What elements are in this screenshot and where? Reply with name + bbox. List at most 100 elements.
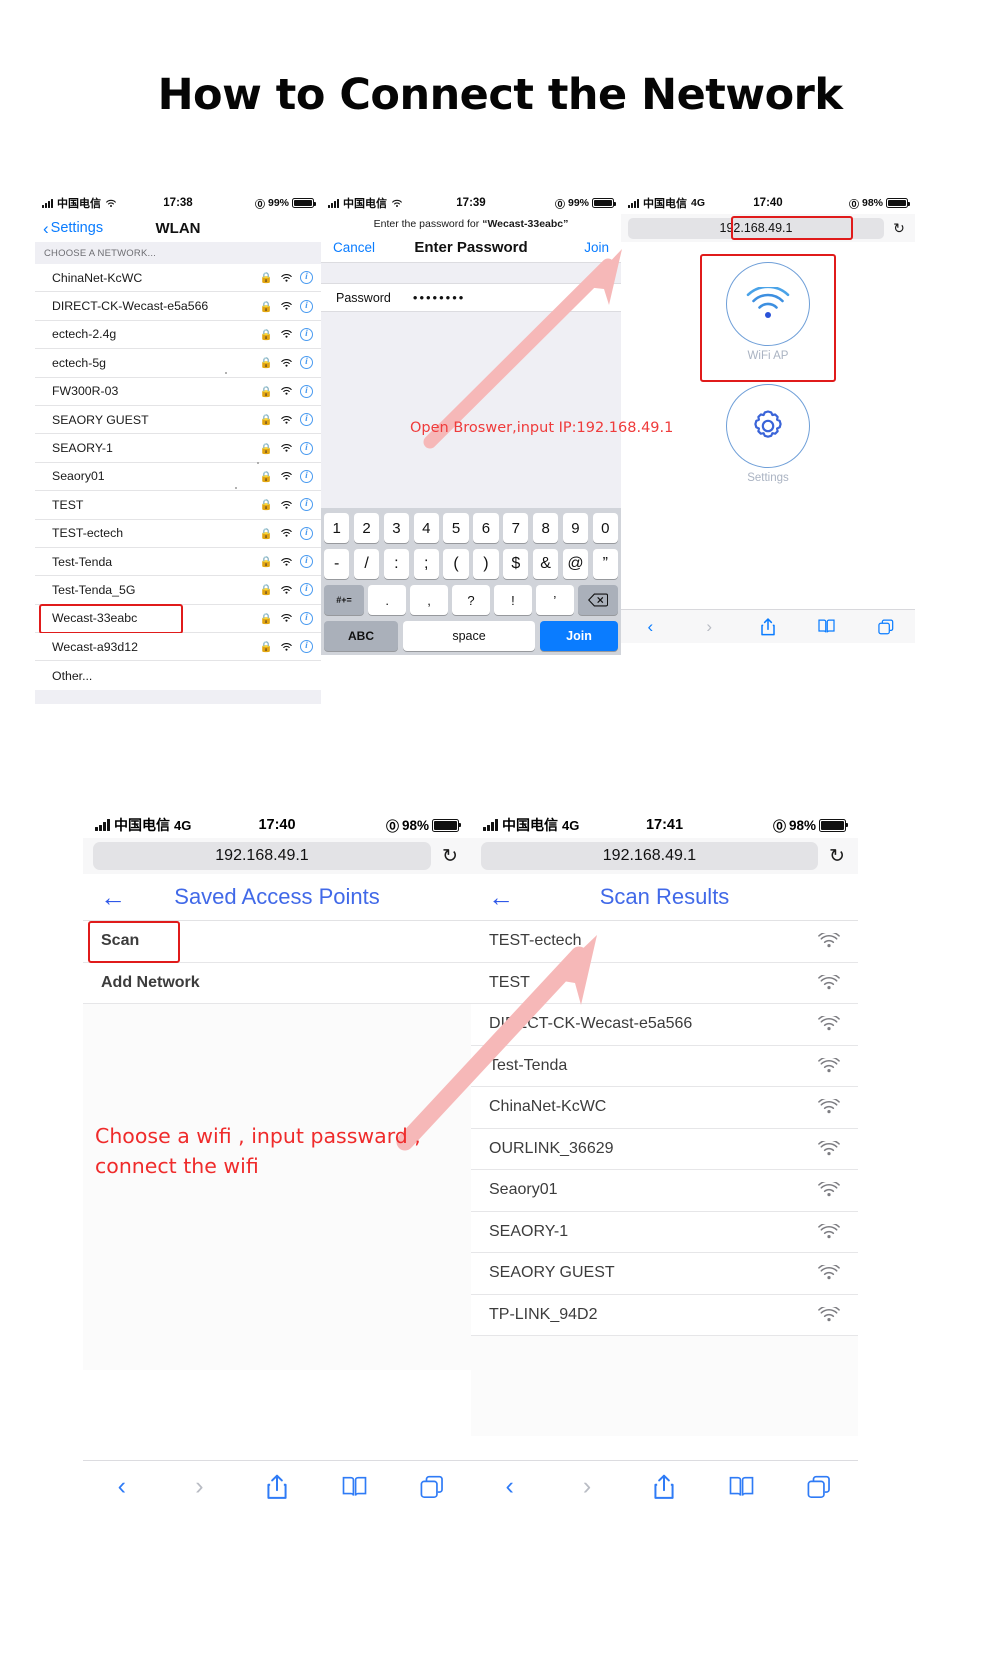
back-arrow-icon[interactable]: ←: [488, 884, 514, 910]
keyboard-key-3[interactable]: 3: [383, 513, 410, 543]
keyboard-key-1[interactable]: 1: [324, 513, 350, 543]
keyboard-key-0[interactable]: 0: [592, 513, 618, 543]
reload-icon[interactable]: ↻: [439, 845, 461, 868]
share-icon[interactable]: [260, 1474, 294, 1500]
info-icon[interactable]: i: [300, 384, 313, 398]
saved-action-row[interactable]: Add Network: [83, 962, 471, 1004]
scan-result-row[interactable]: DIRECT-CK-Wecast-e5a566: [471, 1004, 858, 1046]
info-icon[interactable]: i: [300, 583, 313, 597]
scan-result-row[interactable]: ChinaNet-KcWC: [471, 1087, 858, 1129]
share-icon[interactable]: [647, 1474, 681, 1500]
info-icon[interactable]: i: [300, 271, 313, 285]
wifi-network-row[interactable]: Wecast-33eabc 🔒 i: [35, 603, 321, 634]
reload-icon[interactable]: ↻: [890, 220, 908, 237]
info-icon[interactable]: i: [300, 555, 313, 569]
keyboard-key-symbol[interactable]: /: [353, 549, 380, 579]
scan-result-row[interactable]: SEAORY GUEST: [471, 1253, 858, 1295]
keyboard-key-punct[interactable]: .: [368, 585, 406, 615]
lock-icon: 🔒: [259, 272, 273, 285]
wifi-network-row[interactable]: Test-Tenda_5G 🔒 i: [35, 576, 321, 605]
keyboard-key-symbol[interactable]: ;: [413, 549, 439, 579]
scan-result-row[interactable]: TP-LINK_94D2: [471, 1294, 858, 1336]
keyboard-key-symbol[interactable]: ”: [592, 549, 618, 579]
saved-action-row[interactable]: Scan: [83, 921, 471, 963]
scan-result-row[interactable]: SEAORY-1: [471, 1211, 858, 1253]
address-bar[interactable]: 192.168.49.1: [481, 842, 818, 870]
keyboard-key-symbols-toggle[interactable]: #+=: [323, 585, 364, 615]
bookmarks-icon[interactable]: [812, 619, 842, 634]
keyboard-join-key[interactable]: Join: [540, 621, 618, 651]
wifi-network-row[interactable]: DIRECT-CK-Wecast-e5a566 🔒 i: [35, 292, 321, 321]
info-icon[interactable]: i: [300, 611, 313, 625]
wifi-network-row[interactable]: TEST 🔒 i: [35, 491, 321, 520]
bookmarks-icon[interactable]: [338, 1476, 372, 1498]
info-icon[interactable]: i: [300, 640, 313, 654]
forward-icon[interactable]: ›: [570, 1472, 604, 1501]
wifi-network-row[interactable]: Wecast-a93d12 🔒 i: [35, 633, 321, 662]
back-icon[interactable]: ‹: [493, 1472, 527, 1501]
password-input[interactable]: ••••••••: [413, 290, 465, 305]
wifi-network-row[interactable]: ectech-2.4g 🔒 i: [35, 320, 321, 350]
safari-url-bar: 192.168.49.1 ↻: [621, 214, 915, 242]
wifi-ap-tile[interactable]: WiFi AP: [726, 262, 810, 362]
keyboard-key-punct[interactable]: !: [494, 585, 532, 615]
forward-icon[interactable]: ›: [182, 1472, 216, 1501]
keyboard-key-8[interactable]: 8: [532, 513, 559, 543]
wifi-network-row[interactable]: Seaory01 🔒 i: [35, 462, 321, 492]
keyboard-key-9[interactable]: 9: [562, 513, 589, 543]
bookmarks-icon[interactable]: [725, 1476, 759, 1498]
wifi-network-row[interactable]: ChinaNet-KcWC 🔒 i: [35, 264, 321, 293]
scan-result-row[interactable]: OURLINK_36629: [471, 1128, 858, 1170]
keyboard-key-symbol[interactable]: $: [503, 549, 529, 579]
keyboard-key-symbol[interactable]: (: [443, 549, 469, 579]
keyboard-key-symbol[interactable]: -: [324, 549, 350, 579]
scan-result-row[interactable]: TEST-ectech: [471, 921, 858, 963]
delete-icon[interactable]: [578, 585, 619, 615]
address-bar[interactable]: 192.168.49.1: [628, 217, 884, 239]
wifi-network-row[interactable]: SEAORY GUEST 🔒 i: [35, 405, 321, 435]
keyboard-key-5[interactable]: 5: [443, 513, 469, 543]
keyboard-key-symbol[interactable]: :: [383, 549, 410, 579]
wifi-network-row[interactable]: Test-Tenda 🔒 i: [35, 547, 321, 577]
keyboard-key-symbol[interactable]: ): [473, 549, 499, 579]
keyboard-key-6[interactable]: 6: [473, 513, 499, 543]
back-icon[interactable]: ‹: [105, 1472, 139, 1501]
wifi-network-row[interactable]: SEAORY-1 🔒 i: [35, 434, 321, 463]
password-field-row[interactable]: Password ••••••••: [321, 284, 621, 312]
space-key[interactable]: space: [403, 621, 535, 651]
wifi-network-row[interactable]: ectech-5g 🔒 i: [35, 349, 321, 378]
scan-result-row[interactable]: Test-Tenda: [471, 1045, 858, 1087]
settings-tile[interactable]: Settings: [726, 384, 810, 484]
back-arrow-icon[interactable]: ←: [100, 884, 126, 910]
other-network-row[interactable]: Other...: [35, 661, 321, 690]
tabs-icon[interactable]: [415, 1475, 449, 1499]
info-icon[interactable]: i: [300, 469, 313, 483]
info-icon[interactable]: i: [300, 441, 313, 455]
keyboard-key-punct[interactable]: ?: [452, 585, 490, 615]
keyboard-key-symbol[interactable]: &: [532, 549, 559, 579]
scan-result-row[interactable]: TEST: [471, 962, 858, 1004]
keyboard-key-7[interactable]: 7: [503, 513, 529, 543]
wifi-network-row[interactable]: FW300R-03 🔒 i: [35, 377, 321, 406]
reload-icon[interactable]: ↻: [826, 845, 848, 868]
wifi-network-row[interactable]: TEST-ectech 🔒 i: [35, 519, 321, 548]
scan-result-row[interactable]: Seaory01: [471, 1170, 858, 1212]
abc-key[interactable]: ABC: [324, 621, 398, 651]
address-bar[interactable]: 192.168.49.1: [93, 842, 431, 870]
info-icon[interactable]: i: [300, 327, 313, 341]
back-icon[interactable]: ‹: [635, 617, 665, 637]
forward-icon[interactable]: ›: [694, 617, 724, 637]
info-icon[interactable]: i: [300, 356, 313, 370]
tabs-icon[interactable]: [871, 619, 901, 635]
keyboard-key-4[interactable]: 4: [413, 513, 439, 543]
info-icon[interactable]: i: [300, 299, 313, 313]
tabs-icon[interactable]: [802, 1475, 836, 1499]
keyboard-key-punct[interactable]: ,: [410, 585, 448, 615]
info-icon[interactable]: i: [300, 498, 313, 512]
info-icon[interactable]: i: [300, 526, 313, 540]
keyboard-key-2[interactable]: 2: [353, 513, 380, 543]
info-icon[interactable]: i: [300, 413, 313, 427]
share-icon[interactable]: [753, 617, 783, 636]
keyboard-key-punct[interactable]: ’: [536, 585, 574, 615]
keyboard-key-symbol[interactable]: @: [562, 549, 589, 579]
